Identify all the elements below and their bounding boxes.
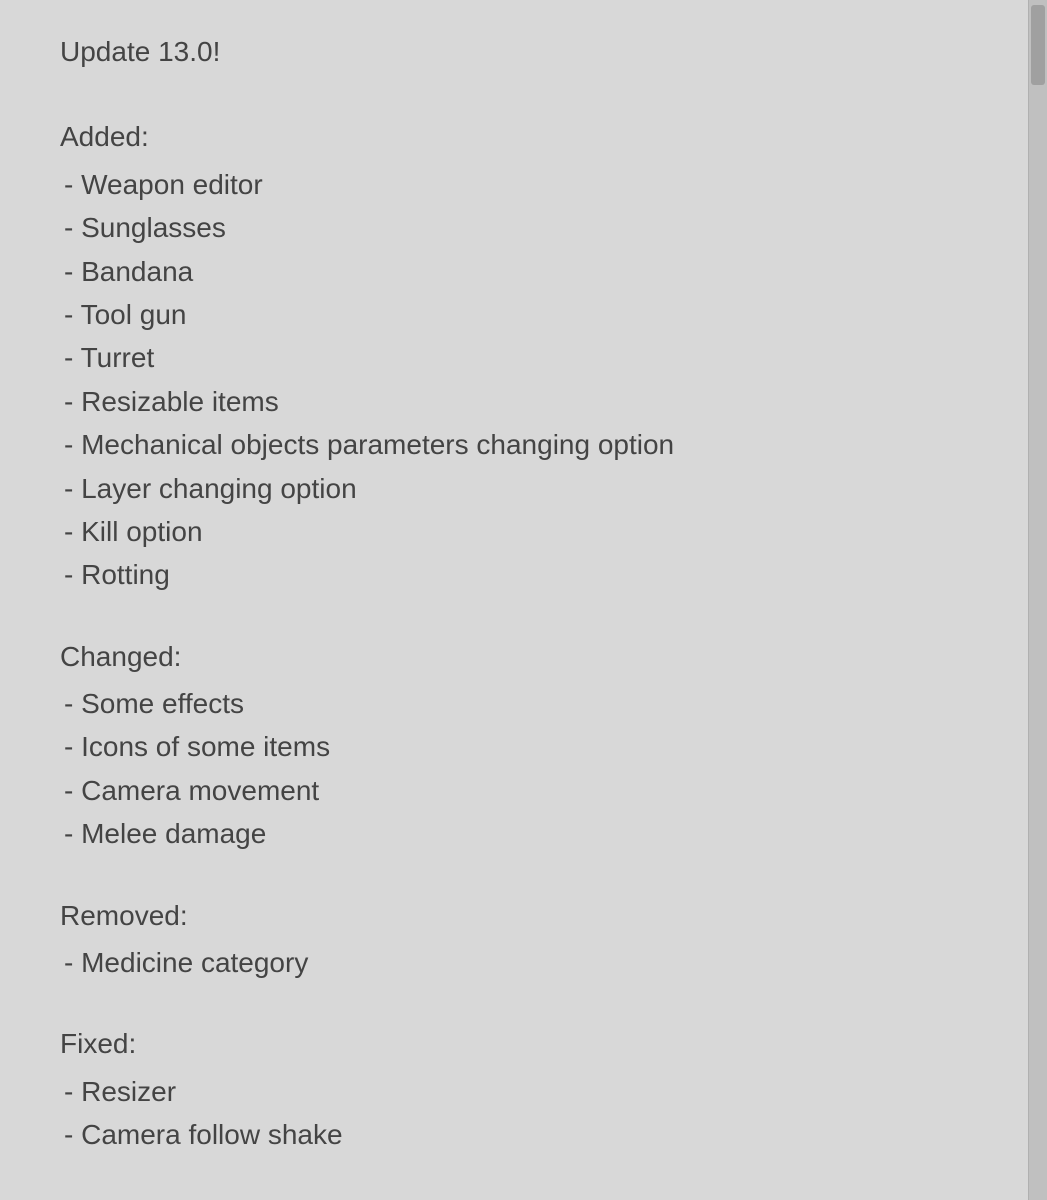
list-item: - Resizer: [60, 1070, 967, 1113]
list-item: - Mechanical objects parameters changing…: [60, 423, 967, 466]
content: Update 13.0! Added: - Weapon editor - Su…: [60, 30, 987, 1157]
section-fixed-heading: Fixed:: [60, 1022, 967, 1065]
list-item: - Weapon editor: [60, 163, 967, 206]
page-container: Update 13.0! Added: - Weapon editor - Su…: [0, 0, 1047, 1200]
list-item: - Some effects: [60, 682, 967, 725]
list-item: - Rotting: [60, 553, 967, 596]
section-added-heading: Added:: [60, 115, 967, 158]
list-item: - Resizable items: [60, 380, 967, 423]
list-item: - Sunglasses: [60, 206, 967, 249]
section-removed-heading: Removed:: [60, 894, 967, 937]
list-item: - Melee damage: [60, 812, 967, 855]
list-item: - Tool gun: [60, 293, 967, 336]
list-item: - Layer changing option: [60, 467, 967, 510]
section-changed-heading: Changed:: [60, 635, 967, 678]
scrollbar-thumb[interactable]: [1031, 5, 1045, 85]
list-item: - Turret: [60, 336, 967, 379]
list-item: - Kill option: [60, 510, 967, 553]
list-item: - Icons of some items: [60, 725, 967, 768]
list-item: - Camera follow shake: [60, 1113, 967, 1156]
page-title: Update 13.0!: [60, 30, 967, 73]
list-item: - Medicine category: [60, 941, 967, 984]
list-item: - Bandana: [60, 250, 967, 293]
list-item: - Camera movement: [60, 769, 967, 812]
